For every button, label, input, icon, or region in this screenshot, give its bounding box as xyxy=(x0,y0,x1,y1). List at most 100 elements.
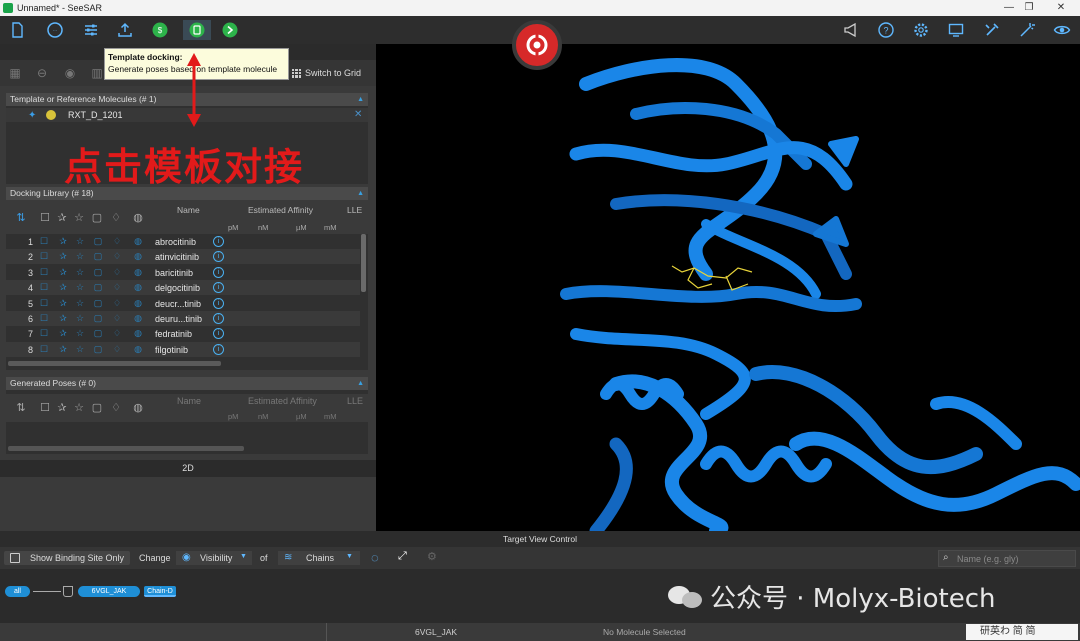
sort-icon[interactable]: ⇅ xyxy=(15,212,27,224)
table-row[interactable]: 5 ☐ ✰ ☆ ▢ ♢ ◍ deucr...tinib i xyxy=(6,296,360,311)
column-estimated-affinity[interactable]: Estimated Affinity xyxy=(248,205,313,215)
collapse-caret-icon[interactable]: ▲ xyxy=(357,377,364,390)
gear-icon[interactable] xyxy=(910,20,932,40)
horizontal-scrollbar[interactable] xyxy=(8,361,221,366)
comment-icon[interactable]: ▢ xyxy=(93,236,103,246)
row-checkbox[interactable]: ☐ xyxy=(39,344,49,354)
info-icon[interactable]: i xyxy=(213,251,224,263)
star-icon[interactable]: ☆ xyxy=(75,236,85,246)
structure-pill[interactable]: 6VGL_JAK xyxy=(78,586,140,597)
vertical-scrollbar[interactable] xyxy=(361,234,366,292)
star-icon[interactable]: ☆ xyxy=(75,344,85,354)
palette-icon[interactable]: ◍ xyxy=(133,313,143,323)
flame-icon[interactable]: ♢ xyxy=(112,298,122,308)
table-row[interactable]: 3 ☐ ✰ ☆ ▢ ♢ ◍ baricitinib i xyxy=(6,265,360,280)
row-checkbox[interactable]: ☐ xyxy=(39,236,49,246)
star-column-icon[interactable]: ☆ xyxy=(73,212,85,224)
template-docking-icon[interactable] xyxy=(183,20,211,40)
file-icon[interactable] xyxy=(6,20,28,40)
info-icon[interactable]: i xyxy=(213,297,224,309)
megaphone-icon[interactable] xyxy=(840,20,862,40)
flame-icon[interactable]: ♢ xyxy=(112,344,122,354)
flame-icon[interactable]: ♢ xyxy=(112,267,122,277)
residue-search-input[interactable]: ⌕ Name (e.g. gly) xyxy=(938,550,1076,567)
generated-poses-header[interactable]: Generated Poses (# 0) ▲ xyxy=(6,377,368,390)
star-icon[interactable]: ☆ xyxy=(75,282,85,292)
minimize-button[interactable]: — xyxy=(1002,2,1016,13)
collapse-caret-icon[interactable]: ▲ xyxy=(357,93,364,106)
palette-column-icon[interactable]: ◍ xyxy=(132,212,144,224)
comment-icon[interactable]: ▢ xyxy=(93,251,103,261)
row-checkbox[interactable]: ☐ xyxy=(39,282,49,292)
flame-column-icon[interactable]: ♢ xyxy=(110,212,122,224)
trash-icon[interactable]: ▥ xyxy=(90,66,104,80)
palette-icon[interactable]: ◍ xyxy=(133,236,143,246)
comment-icon[interactable]: ▢ xyxy=(93,282,103,292)
star-icon[interactable]: ☆ xyxy=(75,328,85,338)
palette-icon[interactable]: ◍ xyxy=(133,267,143,277)
share-icon[interactable]: ⚙ xyxy=(427,550,437,563)
docking-icon[interactable] xyxy=(219,20,241,40)
info-icon[interactable]: i xyxy=(213,236,224,247)
pin-column-icon[interactable]: ✰ xyxy=(56,402,68,414)
monitor-icon[interactable] xyxy=(945,20,967,40)
column-name[interactable]: Name xyxy=(177,396,201,406)
palette-icon[interactable]: ◍ xyxy=(133,344,143,354)
expand-icon[interactable]: ⤢ xyxy=(398,550,407,563)
flame-column-icon[interactable]: ♢ xyxy=(110,402,122,414)
comment-column-icon[interactable]: ▢ xyxy=(91,402,103,414)
flame-icon[interactable]: ♢ xyxy=(112,251,122,261)
pin-icon[interactable]: ✰ xyxy=(58,313,68,323)
pin-icon[interactable]: ✰ xyxy=(58,282,68,292)
row-checkbox[interactable]: ☐ xyxy=(39,267,49,277)
info-icon[interactable]: i xyxy=(213,343,224,355)
row-checkbox[interactable]: ☐ xyxy=(39,328,49,338)
restore-button[interactable]: ❐ xyxy=(1022,2,1036,13)
column-lle[interactable]: LLE xyxy=(347,205,362,215)
column-name[interactable]: Name xyxy=(177,205,200,215)
chain-d-pill[interactable]: Chain-D xyxy=(144,586,176,597)
comment-icon[interactable]: ▢ xyxy=(93,313,103,323)
palette-icon[interactable]: ◍ xyxy=(133,298,143,308)
refresh-icon[interactable]: ◌ xyxy=(371,550,379,565)
table-row[interactable]: 7 ☐ ✰ ☆ ▢ ♢ ◍ fedratinib i xyxy=(6,326,360,341)
pin-icon[interactable]: ✰ xyxy=(58,298,68,308)
palette-icon[interactable]: ◍ xyxy=(133,282,143,292)
pin-icon[interactable]: ✰ xyxy=(58,267,68,277)
star-icon[interactable]: ☆ xyxy=(75,298,85,308)
star-column-icon[interactable]: ☆ xyxy=(73,402,85,414)
chains-dropdown[interactable]: ≋ Chains ▼ xyxy=(278,551,360,565)
pin-icon[interactable]: ✰ xyxy=(58,251,68,261)
star-icon[interactable]: ☆ xyxy=(75,313,85,323)
flame-icon[interactable]: ♢ xyxy=(112,236,122,246)
table-row[interactable]: 1 ☐ ✰ ☆ ▢ ♢ ◍ abrocitinib i xyxy=(6,234,360,249)
column-lle[interactable]: LLE xyxy=(347,396,363,406)
flame-icon[interactable]: ♢ xyxy=(112,282,122,292)
comment-icon[interactable]: ▢ xyxy=(93,328,103,338)
column-estimated-affinity[interactable]: Estimated Affinity xyxy=(248,396,317,406)
collapse-caret-icon[interactable]: ▲ xyxy=(357,187,364,200)
upload-icon[interactable] xyxy=(114,20,136,40)
pin-icon[interactable]: ✰ xyxy=(58,344,68,354)
comment-icon[interactable]: ▢ xyxy=(93,298,103,308)
table-row[interactable]: 6 ☐ ✰ ☆ ▢ ♢ ◍ deuru...tinib i xyxy=(6,311,360,326)
palette-icon[interactable]: ◍ xyxy=(133,328,143,338)
2d-panel-toggle[interactable]: 2D xyxy=(0,460,376,477)
pin-column-icon[interactable]: ✰ xyxy=(56,212,68,224)
select-all-checkbox[interactable]: ☐ xyxy=(39,402,51,414)
help-icon[interactable]: ? xyxy=(875,20,897,40)
binding-site-icon[interactable]: $ xyxy=(149,20,171,40)
all-chains-pill[interactable]: all xyxy=(5,586,30,597)
table-row[interactable]: 2 ☐ ✰ ☆ ▢ ♢ ◍ atinvicitinib i xyxy=(6,249,360,265)
star-icon[interactable]: ☆ xyxy=(75,251,85,261)
star-icon[interactable]: ☆ xyxy=(75,267,85,277)
close-button[interactable]: ✕ xyxy=(1054,2,1068,13)
visibility-icon[interactable]: ◉ xyxy=(63,66,77,80)
calculator-icon[interactable]: ▦ xyxy=(8,66,22,80)
visibility-dropdown[interactable]: ◉ Visibility ▼ xyxy=(176,551,252,565)
table-row[interactable]: 4 ☐ ✰ ☆ ▢ ♢ ◍ delgocitinib i xyxy=(6,280,360,296)
row-checkbox[interactable]: ☐ xyxy=(39,313,49,323)
info-icon[interactable]: i xyxy=(213,266,224,278)
row-checkbox[interactable]: ☐ xyxy=(39,298,49,308)
select-all-checkbox[interactable]: ☐ xyxy=(39,212,51,224)
